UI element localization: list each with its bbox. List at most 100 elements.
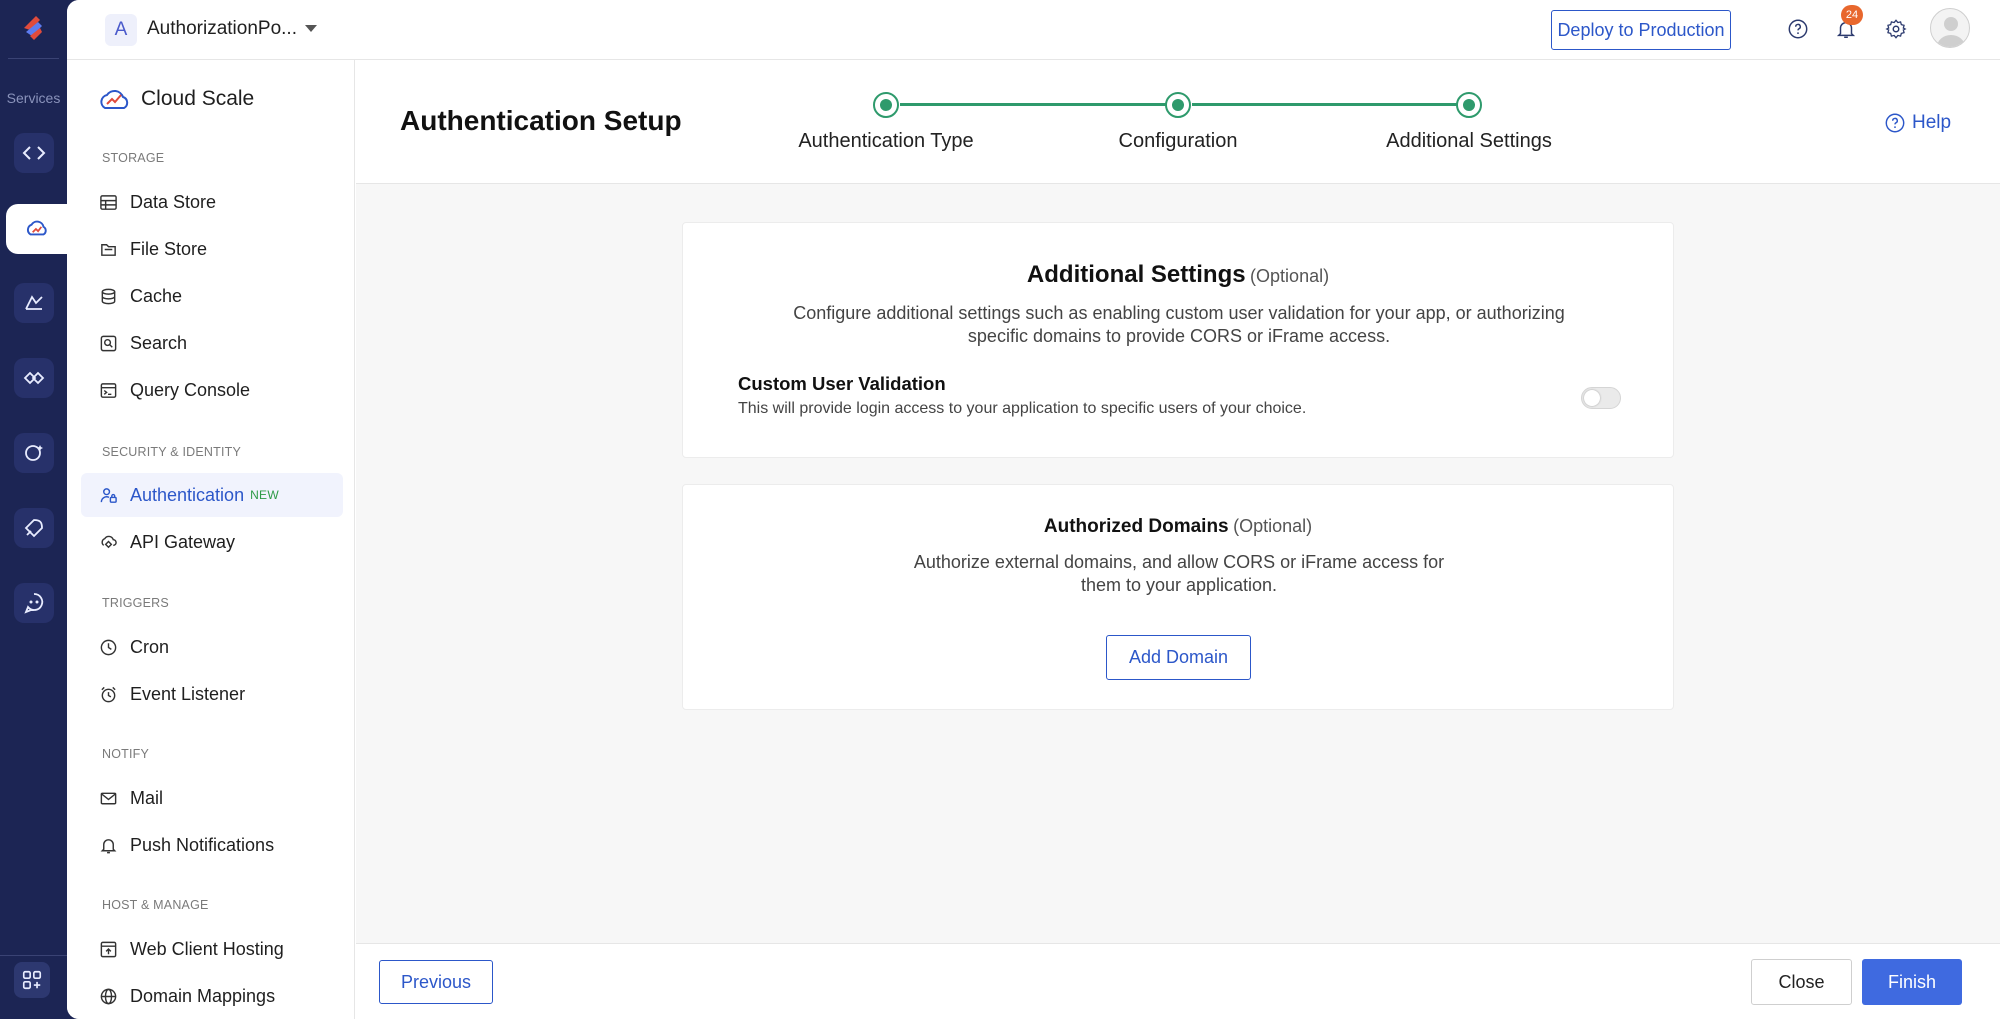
previous-button[interactable]: Previous — [379, 960, 493, 1004]
cloud-scale-logo-icon — [100, 90, 129, 109]
optional-label: (Optional) — [1233, 516, 1313, 536]
description-line: Configure additional settings such as en… — [793, 303, 1565, 323]
additional-settings-title: Additional Settings (Optional) — [683, 261, 1673, 289]
gear-icon[interactable] — [1881, 14, 1911, 44]
section-host-manage: HOST & MANAGE — [102, 898, 209, 912]
table-icon — [98, 192, 118, 212]
step-connector — [1192, 103, 1470, 106]
help-label: Help — [1912, 112, 1952, 133]
sidebar-item-label: Push Notifications — [130, 834, 275, 855]
mail-icon — [98, 788, 118, 808]
project-avatar[interactable]: A — [105, 14, 137, 46]
sidebar-item-label: File Store — [130, 238, 208, 259]
sidebar-item-label: Search — [130, 332, 188, 353]
page-title: Authentication Setup — [400, 105, 682, 136]
clock-icon — [98, 637, 118, 657]
cloud-scale-icon[interactable] — [6, 204, 67, 254]
additional-settings-description: Configure additional settings such as en… — [773, 302, 1585, 348]
notification-count-badge: 24 — [1841, 5, 1863, 25]
services-rail: Services — [0, 0, 67, 1019]
alarm-clock-icon — [98, 684, 118, 704]
sidebar-item-domain-mappings[interactable]: Domain Mappings — [81, 974, 343, 1018]
wizard-footer: Previous Close Finish — [356, 943, 2000, 1019]
user-lock-icon — [98, 485, 118, 505]
authorized-domains-card: Authorized Domains (Optional) Authorize … — [682, 484, 1674, 710]
step-connector — [900, 103, 1178, 106]
description-line: them to your application. — [1080, 575, 1278, 595]
card-title: Additional Settings — [1026, 261, 1246, 288]
apps-icon[interactable] — [14, 962, 50, 998]
globe-icon — [98, 986, 118, 1006]
close-button[interactable]: Close — [1751, 959, 1852, 1005]
description-line: Authorize external domains, and allow CO… — [913, 552, 1445, 572]
description-line: specific domains to provide CORS or iFra… — [967, 326, 1391, 346]
code-icon[interactable] — [14, 133, 54, 173]
step-3-label: Additional Settings — [1386, 130, 1552, 152]
sidebar-item-label: Authentication — [130, 484, 245, 505]
bot-icon[interactable] — [14, 583, 54, 623]
sidebar-item-label: Cron — [130, 636, 170, 657]
api-gateway-icon — [98, 532, 118, 552]
user-avatar[interactable] — [1930, 8, 1970, 48]
upload-window-icon — [98, 939, 118, 959]
help-circle-icon — [1885, 113, 1905, 133]
custom-user-validation-title: Custom User Validation — [738, 373, 946, 394]
sidebar-item-label: API Gateway — [130, 531, 236, 552]
ai-icon[interactable] — [14, 433, 54, 473]
database-icon — [98, 286, 118, 306]
sidebar-item-authentication[interactable]: Authentication NEW — [81, 473, 343, 517]
sidebar-item-label: Cache — [130, 285, 183, 306]
bell-icon — [98, 835, 118, 855]
sidebar-item-event-listener[interactable]: Event Listener — [81, 672, 343, 716]
sidebar-item-cron[interactable]: Cron — [81, 625, 343, 669]
catalyst-logo-icon[interactable] — [18, 12, 48, 44]
step-3-indicator — [1456, 92, 1482, 118]
sidebar-item-push-notifications[interactable]: Push Notifications — [81, 823, 343, 867]
services-label: Services — [6, 90, 61, 106]
sidebar-item-api-gateway[interactable]: API Gateway — [81, 520, 343, 564]
project-name[interactable]: AuthorizationPo... — [147, 18, 297, 40]
step-1-label: Authentication Type — [798, 130, 974, 152]
sidebar-item-label: Mail — [130, 787, 164, 808]
sidebar-item-query-console[interactable]: Query Console — [81, 368, 343, 412]
serverless-icon[interactable] — [14, 283, 54, 323]
folder-icon — [98, 239, 118, 259]
sidebar-item-label: Query Console — [130, 379, 251, 400]
deploy-to-production-button[interactable]: Deploy to Production — [1551, 10, 1731, 50]
wizard-header: Authentication Setup Authentication Type… — [356, 60, 2000, 184]
sidebar-item-web-client-hosting[interactable]: Web Client Hosting — [81, 927, 343, 971]
sidebar-item-mail[interactable]: Mail — [81, 776, 343, 820]
custom-user-validation-toggle[interactable] — [1581, 387, 1621, 409]
custom-user-validation-description: This will provide login access to your a… — [738, 400, 1307, 417]
section-storage: STORAGE — [102, 151, 165, 165]
sidebar-item-file-store[interactable]: File Store — [81, 227, 343, 271]
help-link[interactable]: Help — [1884, 112, 1951, 134]
launch-icon[interactable] — [14, 508, 54, 548]
optional-label: (Optional) — [1250, 266, 1330, 286]
terminal-icon — [98, 380, 118, 400]
step-2-indicator — [1165, 92, 1191, 118]
help-circle-icon[interactable] — [1783, 14, 1813, 44]
step-2-label: Configuration — [1118, 130, 1238, 152]
devops-icon[interactable] — [14, 358, 54, 398]
sidebar-item-label: Web Client Hosting — [130, 938, 284, 959]
card-title: Authorized Domains — [1043, 516, 1229, 537]
add-domain-button[interactable]: Add Domain — [1106, 635, 1251, 680]
sidebar-item-search[interactable]: Search — [81, 321, 343, 365]
sidebar: Cloud Scale STORAGE Data Store File Stor… — [67, 60, 355, 1019]
sidebar-item-label: Domain Mappings — [130, 985, 276, 1006]
step-1-indicator — [873, 92, 899, 118]
app-window: A AuthorizationPo... Deploy to Productio… — [67, 0, 2000, 1019]
chevron-down-icon[interactable] — [305, 25, 317, 32]
sidebar-item-cache[interactable]: Cache — [81, 274, 343, 318]
new-badge: NEW — [250, 488, 279, 502]
top-bar: A AuthorizationPo... Deploy to Productio… — [67, 0, 2000, 60]
rail-divider — [0, 955, 67, 956]
section-notify: NOTIFY — [102, 747, 150, 761]
search-icon — [98, 333, 118, 353]
sidebar-item-data-store[interactable]: Data Store — [81, 180, 343, 224]
finish-button[interactable]: Finish — [1862, 959, 1962, 1005]
brand-name: Cloud Scale — [141, 87, 255, 110]
authorized-domains-description: Authorize external domains, and allow CO… — [773, 551, 1585, 597]
cloud-scale-brand: Cloud Scale — [97, 84, 254, 114]
